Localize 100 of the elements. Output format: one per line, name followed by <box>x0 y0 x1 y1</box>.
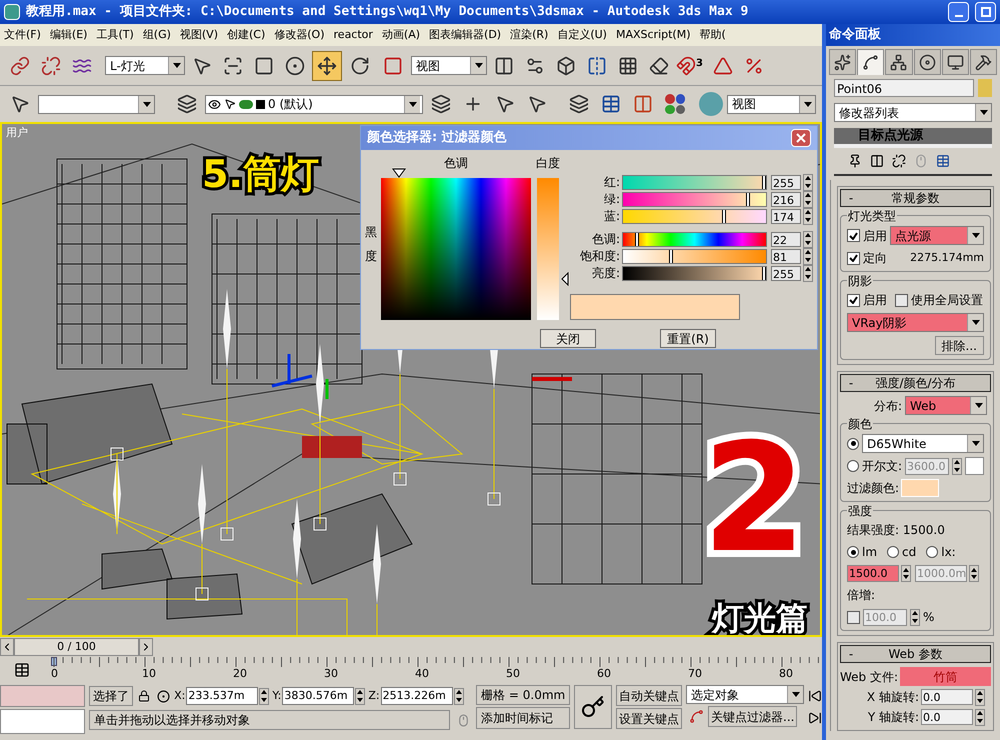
slider-thumb[interactable] <box>669 250 674 262</box>
channel-slider[interactable] <box>622 266 767 280</box>
spinner-arrows-icon[interactable] <box>969 565 979 582</box>
menu-item[interactable]: reactor <box>334 26 373 44</box>
channel-value-field[interactable]: 81 <box>771 248 801 264</box>
modifier-list-dropdown[interactable]: 修改器列表 <box>834 103 992 122</box>
motion-tab[interactable] <box>914 49 941 75</box>
channel-value-field[interactable]: 174 <box>771 208 801 224</box>
utilities-tab[interactable] <box>970 49 998 75</box>
menu-item[interactable]: 视图(V) <box>180 26 218 44</box>
menu-item[interactable]: 文件(F) <box>4 26 41 44</box>
menu-item[interactable]: 工具(T) <box>96 26 134 44</box>
color-preset-dropdown[interactable]: D65White <box>862 434 984 453</box>
menu-item[interactable]: 渲染(R) <box>510 26 548 44</box>
channel-slider[interactable] <box>622 174 767 190</box>
spinner-arrows-icon[interactable] <box>803 264 813 282</box>
checkbox[interactable] <box>895 294 908 306</box>
channel-value-field[interactable]: 22 <box>771 232 801 246</box>
spinner-arrows-icon[interactable] <box>975 688 985 706</box>
spinner-arrows-icon[interactable] <box>803 248 813 264</box>
checkbox[interactable] <box>847 252 860 264</box>
menu-item[interactable]: 组(G) <box>142 26 171 44</box>
menu-item[interactable]: 创建(C) <box>227 26 266 44</box>
layer-dropdown[interactable]: 0 (默认) <box>205 94 424 114</box>
rollout-header[interactable]: - 常规参数 <box>840 189 991 207</box>
slider-thumb[interactable] <box>762 176 766 188</box>
close-icon[interactable] <box>791 129 811 147</box>
time-slider-thumb[interactable]: 0 / 100 <box>14 638 139 656</box>
coordinate-field[interactable]: 3830.576m <box>282 687 354 705</box>
channel-value-field[interactable]: 255 <box>771 266 801 280</box>
absolute-mode-icon[interactable] <box>155 690 172 702</box>
dialog-button[interactable]: 重置(R) <box>660 329 716 348</box>
spinner-arrows-icon[interactable] <box>803 174 813 190</box>
radio-button[interactable] <box>926 546 938 558</box>
pin-stack-icon[interactable] <box>848 154 862 168</box>
checkbox[interactable] <box>847 294 860 306</box>
script-output-field[interactable] <box>0 709 86 734</box>
menu-item[interactable]: 动画(A) <box>382 26 420 44</box>
menu-item[interactable]: 自定义(U) <box>557 26 607 44</box>
dialog-button[interactable]: 关闭 <box>540 329 596 348</box>
modifier-stack-item[interactable]: 目标点光源 <box>834 128 992 148</box>
previous-frame-button[interactable] <box>0 638 14 656</box>
hierarchy-tab[interactable] <box>885 49 913 75</box>
channel-slider[interactable] <box>622 208 767 224</box>
display-tab[interactable] <box>942 49 969 75</box>
spinner-arrows-icon[interactable] <box>803 230 813 248</box>
spinner-arrows-icon[interactable] <box>259 688 270 704</box>
radio-button[interactable] <box>847 460 859 472</box>
move-tool-icon[interactable] <box>312 50 342 80</box>
square-icon[interactable] <box>256 100 265 108</box>
slider-thumb[interactable] <box>746 192 750 206</box>
maximize-icon[interactable] <box>975 2 996 22</box>
spinner-arrows-icon[interactable] <box>454 688 464 704</box>
channel-slider[interactable] <box>622 192 767 206</box>
checkbox[interactable] <box>847 229 860 242</box>
spinner-arrows-icon[interactable] <box>355 688 366 704</box>
cursor-icon[interactable] <box>224 98 236 110</box>
render-type-dropdown[interactable]: 视图 <box>726 94 816 114</box>
menu-item[interactable]: 图表编辑器(D) <box>429 26 502 44</box>
radio-button[interactable] <box>847 546 859 558</box>
slider-thumb[interactable] <box>722 210 726 222</box>
spinner-arrows-icon[interactable] <box>803 190 813 208</box>
coordinate-field[interactable]: 2513.226m <box>380 687 453 705</box>
intensity-field[interactable]: 1500.0 <box>847 565 899 582</box>
spinner-arrows-icon[interactable] <box>952 458 962 474</box>
radio-button[interactable] <box>887 546 900 558</box>
spinner-arrows-icon[interactable] <box>803 208 813 224</box>
rollout-header[interactable]: - 强度/颜色/分布 <box>840 374 991 392</box>
auto-key-button[interactable]: 自动关键点 <box>616 685 682 706</box>
next-frame-button[interactable] <box>139 638 153 656</box>
named-selection-dropdown[interactable] <box>38 94 155 114</box>
channel-slider[interactable] <box>622 232 767 246</box>
object-name-field[interactable]: Point06 <box>834 79 974 97</box>
rollout-header[interactable]: - Web 参数 <box>840 645 991 663</box>
add-time-tag-button[interactable]: 添加时间标记 <box>476 707 570 729</box>
menu-item[interactable]: 帮助( <box>700 26 726 44</box>
slider-thumb[interactable] <box>635 232 640 246</box>
menu-item[interactable]: 编辑(E) <box>50 26 88 44</box>
minimize-icon[interactable] <box>948 2 969 22</box>
filter-color-swatch[interactable] <box>901 479 940 497</box>
hue-blackness-square[interactable] <box>380 178 531 320</box>
channel-slider[interactable] <box>622 248 767 264</box>
script-listener-field[interactable] <box>0 685 86 707</box>
spinner-arrows-icon[interactable] <box>901 565 911 582</box>
rotation-field[interactable]: 0.0 <box>921 709 973 725</box>
distribution-dropdown[interactable]: Web <box>905 396 987 415</box>
selection-filter-dropdown[interactable]: L-灯光 <box>105 56 185 75</box>
reference-coordinate-dropdown[interactable]: 视图 <box>411 56 487 75</box>
eye-icon[interactable] <box>208 98 221 110</box>
create-tab[interactable] <box>829 49 856 75</box>
radio-button[interactable] <box>847 438 859 450</box>
slider-thumb[interactable] <box>762 266 766 280</box>
rotation-field[interactable]: 0.0 <box>921 689 973 705</box>
object-color-swatch[interactable] <box>978 79 992 97</box>
key-filters-button[interactable]: 关键点过滤器... <box>708 706 798 727</box>
shadow-type-dropdown[interactable]: VRay阴影 <box>847 313 984 332</box>
go-to-start-icon[interactable] <box>808 689 822 703</box>
key-mode-dropdown[interactable]: 选定对象 <box>686 685 804 704</box>
spinner-arrows-icon[interactable] <box>975 708 985 726</box>
set-key-mode-button[interactable]: 设置关键点 <box>616 708 682 729</box>
